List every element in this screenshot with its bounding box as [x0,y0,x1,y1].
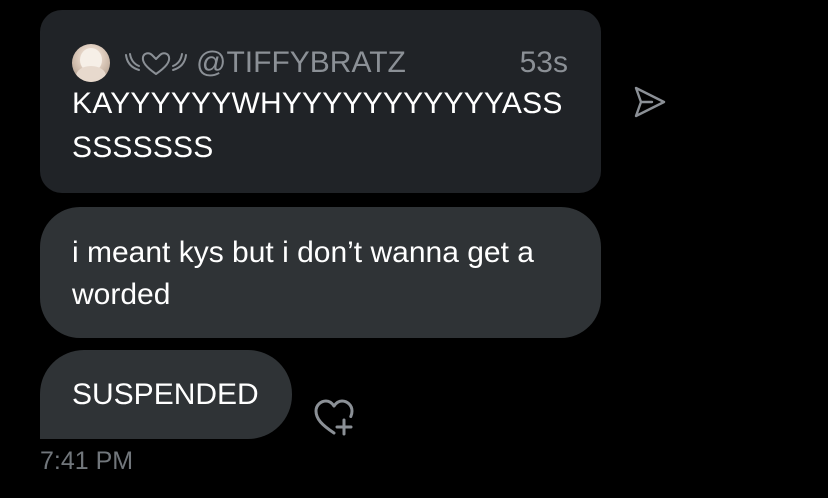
quoted-username[interactable]: @TIFFYBRATZ [196,46,406,80]
quoted-tweet-card[interactable]: @TIFFYBRATZ 53s KAYYYYYYWHYYYYYYYYYYYASS… [40,10,601,193]
send-icon[interactable] [632,84,668,120]
avatar[interactable] [72,44,110,82]
message-text: SUSPENDED [72,378,259,411]
heart-plus-icon[interactable] [312,398,356,438]
message-timestamp: 7:41 PM [40,447,134,475]
heart-wings-icon [125,52,187,75]
message-bubble[interactable]: SUSPENDED [40,350,292,439]
quoted-tweet-text: KAYYYYYYWHYYYYYYYYYYYASSSSSSSSS [72,87,563,164]
quoted-timestamp: 53s [519,46,568,79]
message-text: i meant kys but i don’t wanna get a word… [72,236,534,311]
quoted-tweet-header: @TIFFYBRATZ [72,43,572,83]
message-bubble[interactable]: i meant kys but i don’t wanna get a word… [40,207,601,338]
